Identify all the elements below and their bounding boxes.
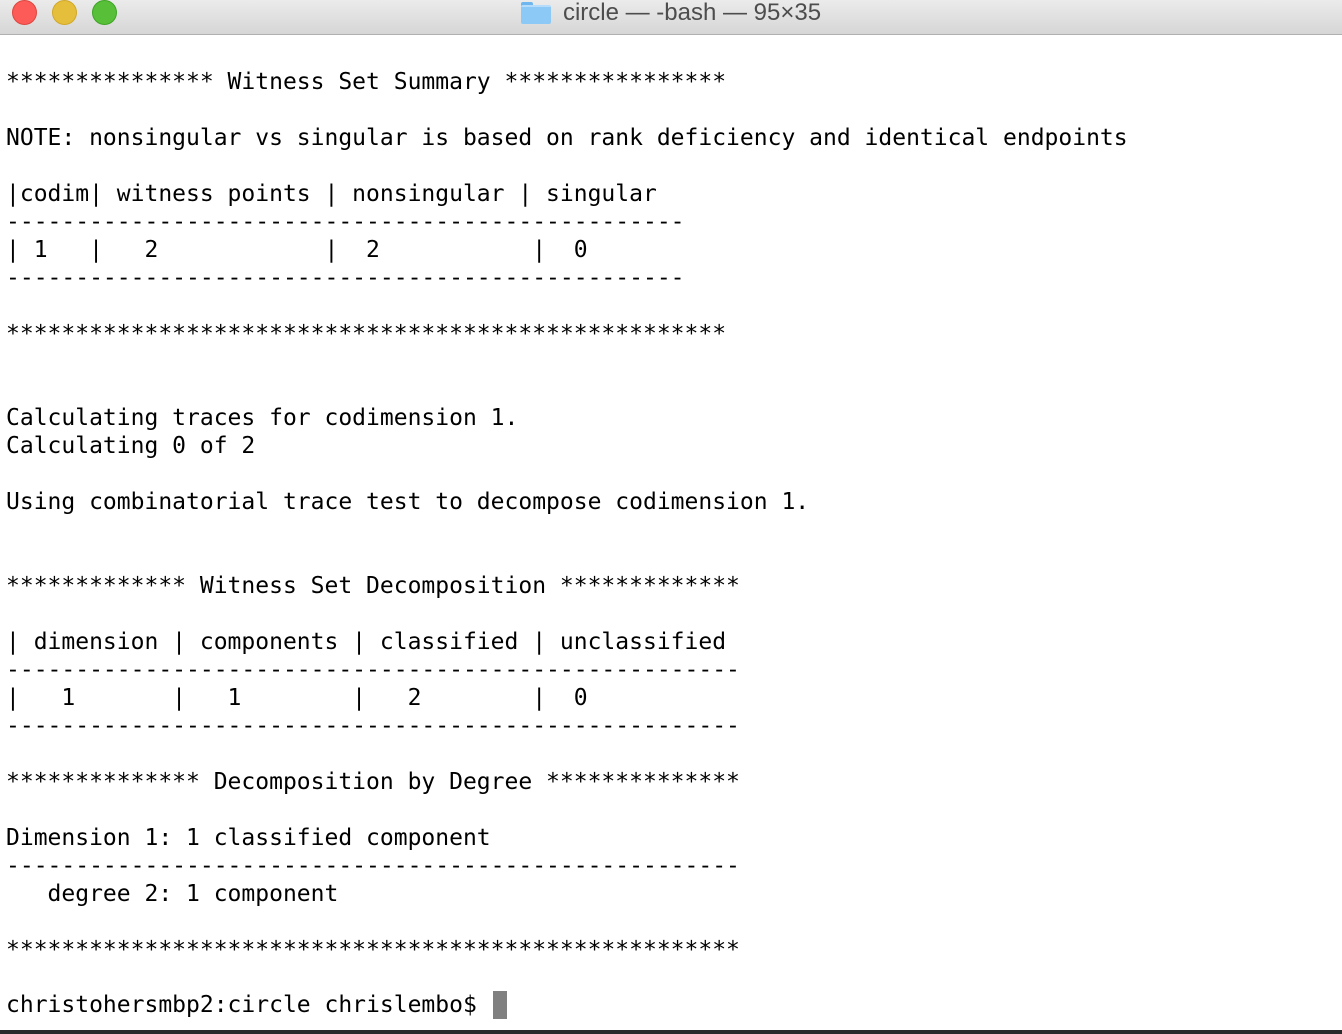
decomposition-table-row: | 1 | 1 | 2 | 0 [6, 685, 588, 711]
summary-table-header: |codim| witness points | nonsingular | s… [6, 181, 657, 207]
decomposition-header-line: ************* Witness Set Decomposition … [6, 573, 740, 599]
window-title-area: circle — -bash — 95×35 [0, 0, 1342, 28]
title-bar: circle — -bash — 95×35 [0, 0, 1342, 35]
window-bottom-edge [0, 1030, 1342, 1034]
trace-test-line: Using combinatorial trace test to decomp… [6, 489, 810, 515]
decomposition-table-header: | dimension | components | classified | … [6, 629, 727, 655]
degree-line: degree 2: 1 component [6, 881, 339, 907]
degree-header-line: ************** Decomposition by Degree *… [6, 769, 740, 795]
summary-footer-line: ****************************************… [6, 321, 727, 347]
summary-table-row: | 1 | 2 | 2 | 0 [6, 237, 588, 263]
folder-icon [520, 2, 551, 24]
terminal-content[interactable]: *************** Witness Set Summary ****… [0, 36, 1342, 1030]
summary-table-divider: ----------------------------------------… [6, 209, 685, 235]
degree-divider: ----------------------------------------… [6, 853, 740, 879]
calculating-progress-line: Calculating 0 of 2 [6, 433, 256, 459]
window-title: circle — -bash — 95×35 [562, 0, 822, 26]
dimension-summary-line: Dimension 1: 1 classified component [6, 825, 491, 851]
command-prompt[interactable]: christohersmbp2:circle chrislembo$ [6, 991, 507, 1019]
summary-table-divider: ----------------------------------------… [6, 265, 685, 291]
degree-footer-line: ****************************************… [6, 937, 740, 963]
note-line: NOTE: nonsingular vs singular is based o… [6, 125, 1128, 151]
decomposition-table-divider: ----------------------------------------… [6, 713, 740, 739]
terminal-window: circle — -bash — 95×35 *************** W… [0, 0, 1342, 1034]
decomposition-table-divider: ----------------------------------------… [6, 657, 740, 683]
summary-header-line: *************** Witness Set Summary ****… [6, 69, 727, 95]
prompt-text: christohersmbp2:circle chrislembo$ [6, 992, 491, 1018]
text-cursor [492, 991, 507, 1019]
calculating-traces-line: Calculating traces for codimension 1. [6, 405, 519, 431]
